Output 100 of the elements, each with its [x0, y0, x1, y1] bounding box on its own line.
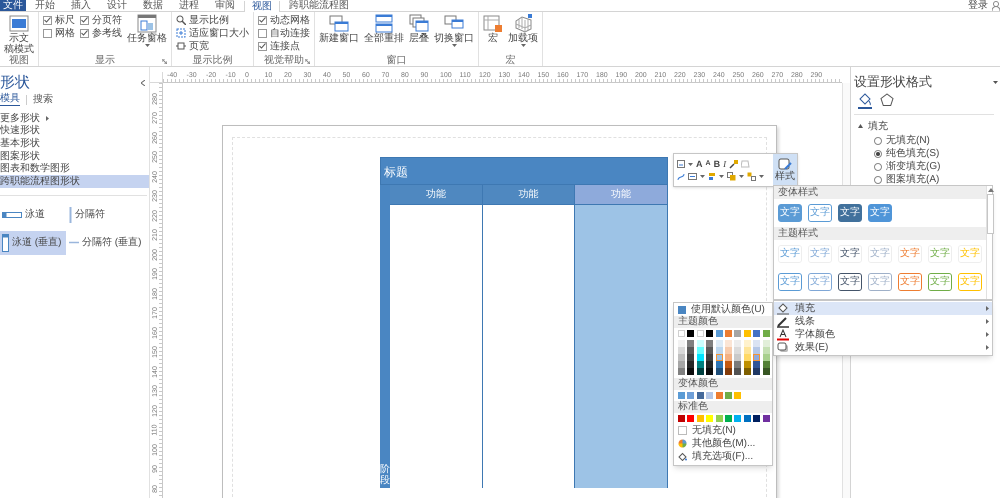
color-swatch[interactable]	[724, 330, 732, 337]
ribbon-button[interactable]: 切换窗口	[434, 14, 474, 47]
color-swatch[interactable]	[706, 340, 714, 347]
ribbon-button[interactable]: 适应窗口大小	[176, 27, 249, 39]
menu-item[interactable]: 字体颜色	[774, 328, 992, 341]
color-swatch[interactable]	[678, 354, 685, 361]
menu-item[interactable]: 无填充(N)	[692, 423, 736, 438]
stencil-category[interactable]: 基本形状	[0, 137, 149, 150]
color-swatch[interactable]	[753, 340, 760, 347]
stencil-shape[interactable]: 分隔符	[67, 202, 149, 227]
pane-tab[interactable]: 搜索	[33, 94, 53, 106]
color-swatch[interactable]	[706, 354, 714, 361]
stencil-category[interactable]: 快速形状	[0, 124, 149, 138]
color-swatch[interactable]	[716, 361, 723, 368]
color-swatch[interactable]	[687, 340, 694, 347]
format-button[interactable]: A	[696, 159, 702, 169]
color-swatch[interactable]	[744, 354, 751, 361]
color-swatch[interactable]	[734, 340, 742, 347]
color-swatch[interactable]	[706, 361, 714, 368]
radio-button[interactable]	[874, 176, 882, 184]
color-swatch[interactable]	[687, 330, 694, 337]
color-swatch[interactable]	[716, 354, 723, 361]
color-swatch[interactable]	[687, 392, 694, 399]
color-swatch[interactable]	[716, 415, 723, 422]
style-swatch[interactable]: 文字	[838, 245, 862, 263]
style-swatch[interactable]: 文字	[838, 273, 862, 291]
ribbon-button[interactable]: 显示比例	[176, 14, 249, 26]
ribbon-tab[interactable]: 插入	[64, 0, 98, 11]
color-swatch[interactable]	[744, 415, 751, 422]
color-swatch[interactable]	[724, 415, 732, 422]
color-swatch[interactable]	[678, 347, 685, 354]
color-swatch[interactable]	[678, 340, 685, 347]
color-swatch[interactable]	[687, 347, 694, 354]
format-tab[interactable]	[880, 93, 894, 109]
color-swatch[interactable]	[734, 347, 742, 354]
color-swatch[interactable]	[762, 330, 770, 337]
color-swatch[interactable]	[716, 340, 723, 347]
color-swatch[interactable]	[744, 340, 751, 347]
color-swatch[interactable]	[687, 368, 694, 375]
swimlane[interactable]: 功能	[482, 185, 576, 488]
color-swatch[interactable]	[734, 354, 742, 361]
ribbon-button[interactable]: 示文 稿模式	[4, 14, 34, 55]
color-swatch[interactable]	[696, 361, 704, 368]
checkbox[interactable]	[43, 28, 52, 38]
color-swatch[interactable]	[696, 368, 704, 375]
color-swatch[interactable]	[696, 340, 704, 347]
ribbon-tab[interactable]: 开始	[28, 0, 62, 11]
stencil-category[interactable]: 跨职能流程图形状	[0, 174, 149, 188]
format-button[interactable]: B	[714, 159, 720, 169]
menu-item[interactable]: 线条	[774, 315, 992, 328]
stencil-shape[interactable]: 泳道 (垂直)	[0, 230, 66, 255]
color-swatch[interactable]	[687, 354, 694, 361]
checkbox[interactable]	[80, 28, 89, 38]
color-swatch[interactable]	[724, 392, 732, 399]
stencil-shape[interactable]: 分隔符 (垂直)	[67, 230, 149, 255]
checkbox[interactable]	[43, 16, 52, 24]
sign-in-link[interactable]: 登录	[968, 0, 988, 11]
color-swatch[interactable]	[687, 415, 694, 422]
color-swatch[interactable]	[734, 368, 742, 375]
checkbox[interactable]	[258, 42, 267, 50]
stencil-category[interactable]: 更多形状	[0, 112, 149, 125]
color-swatch[interactable]	[753, 330, 760, 337]
ribbon-button[interactable]: 全部重排	[364, 14, 404, 44]
stencil-category[interactable]: 图案形状	[0, 150, 149, 162]
color-swatch[interactable]	[762, 361, 770, 368]
color-swatch[interactable]	[678, 392, 685, 399]
color-swatch[interactable]	[716, 392, 723, 399]
stencil-category[interactable]: 图表和数学图形	[0, 162, 149, 175]
color-swatch[interactable]	[753, 354, 760, 361]
color-swatch[interactable]	[724, 368, 732, 375]
color-swatch[interactable]	[724, 361, 732, 368]
color-swatch[interactable]	[753, 347, 760, 354]
format-tab[interactable]	[858, 93, 872, 109]
color-swatch[interactable]	[696, 347, 704, 354]
color-swatch[interactable]	[678, 361, 685, 368]
color-swatch[interactable]	[762, 368, 770, 375]
menu-item[interactable]: 效果(E)	[774, 341, 992, 354]
color-swatch[interactable]	[678, 415, 685, 422]
radio-button[interactable]	[874, 150, 882, 158]
checkbox[interactable]	[258, 16, 267, 24]
color-swatch[interactable]	[724, 340, 732, 347]
ribbon-button[interactable]: 任务窗格	[127, 14, 167, 47]
color-swatch[interactable]	[762, 415, 770, 422]
section-toggle[interactable]: 填充	[854, 120, 1000, 132]
radio-button[interactable]	[874, 162, 882, 170]
scrollbar[interactable]	[986, 186, 994, 299]
swimlane[interactable]: 功能	[390, 185, 483, 488]
menu-item[interactable]: 填充选项(F)...	[692, 449, 754, 464]
color-swatch[interactable]	[696, 354, 704, 361]
color-swatch[interactable]	[724, 347, 732, 354]
ribbon-button[interactable]: 加载项	[508, 14, 538, 47]
color-swatch[interactable]	[753, 368, 760, 375]
color-swatch[interactable]	[724, 354, 732, 361]
color-swatch[interactable]	[753, 415, 760, 422]
ribbon-tab[interactable]: 设计	[100, 0, 134, 11]
color-swatch[interactable]	[716, 347, 723, 354]
color-swatch[interactable]	[716, 330, 723, 337]
ribbon-button[interactable]: 新建窗口	[319, 14, 359, 44]
color-swatch[interactable]	[734, 415, 742, 422]
color-swatch[interactable]	[706, 330, 714, 337]
